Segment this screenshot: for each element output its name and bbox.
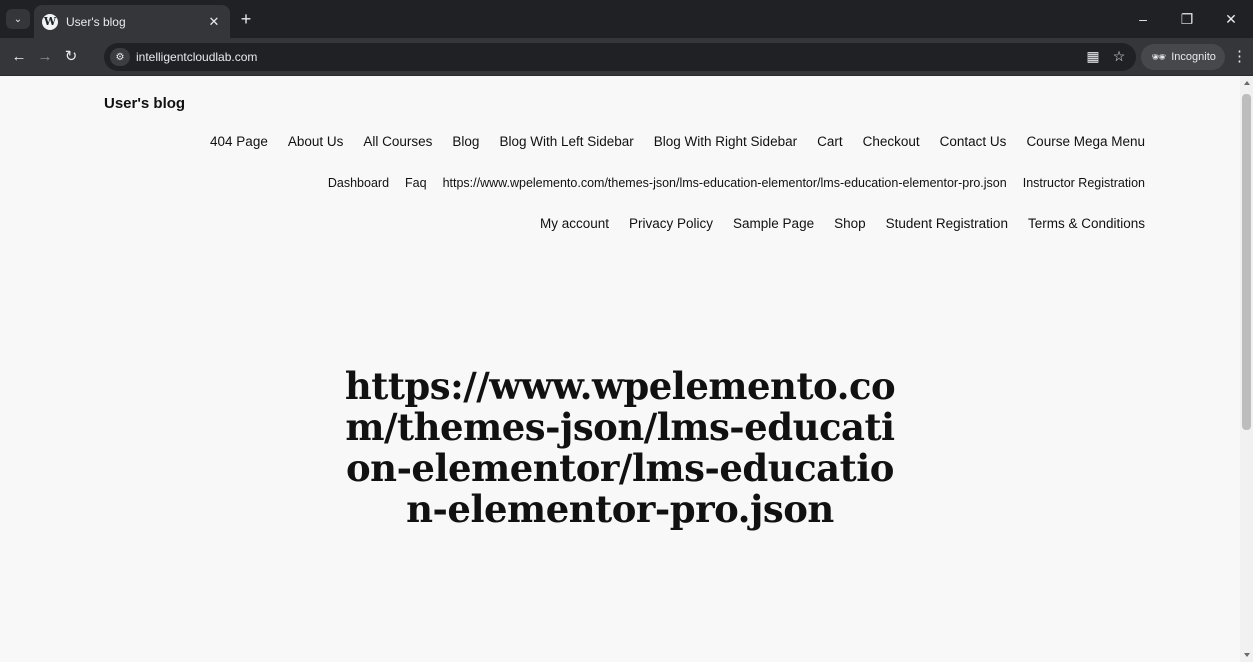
- nav-link[interactable]: Cart: [817, 134, 843, 149]
- close-icon: ✕: [1225, 10, 1237, 27]
- reload-button[interactable]: ↻: [60, 47, 82, 67]
- reload-icon: ↻: [64, 48, 78, 65]
- kebab-menu-icon: ⋮: [1232, 48, 1247, 65]
- wordpress-favicon-icon: W: [42, 13, 58, 30]
- star-icon[interactable]: ☆: [1110, 48, 1128, 65]
- incognito-icon: 🕶: [1151, 50, 1167, 64]
- address-bar[interactable]: ⚙ intelligentcloudlab.com ▦ ☆: [104, 43, 1136, 71]
- plus-icon: +: [240, 9, 252, 29]
- page-viewport: User's blog 404 Page About Us All Course…: [0, 76, 1253, 662]
- nav-link[interactable]: Student Registration: [886, 216, 1008, 231]
- active-tab[interactable]: W User's blog ✕: [34, 5, 230, 38]
- url-text: intelligentcloudlab.com: [136, 50, 258, 64]
- nav-row-3: My account Privacy Policy Sample Page Sh…: [540, 216, 1145, 231]
- incognito-badge[interactable]: 🕶 Incognito: [1141, 44, 1225, 70]
- scroll-thumb[interactable]: [1242, 94, 1251, 430]
- forward-button[interactable]: →: [34, 47, 56, 67]
- nav-row-1: 404 Page About Us All Courses Blog Blog …: [210, 134, 1145, 149]
- window-controls: – ❐ ✕: [1121, 0, 1253, 38]
- minimize-button[interactable]: –: [1121, 0, 1165, 38]
- nav-link[interactable]: Privacy Policy: [629, 216, 713, 231]
- nav-link[interactable]: https://www.wpelemento.com/themes-json/l…: [443, 176, 1007, 190]
- nav-link[interactable]: Blog: [452, 134, 479, 149]
- chevron-down-icon: ⌄: [13, 13, 23, 25]
- restore-icon: ❐: [1180, 10, 1194, 27]
- restore-button[interactable]: ❐: [1165, 0, 1209, 38]
- nav-link[interactable]: Terms & Conditions: [1028, 216, 1145, 231]
- nav-link[interactable]: All Courses: [363, 134, 432, 149]
- nav-link[interactable]: Sample Page: [733, 216, 814, 231]
- browser-toolbar: ← → ↻ ⚙ intelligentcloudlab.com ▦ ☆ 🕶 In…: [0, 38, 1253, 76]
- nav-link[interactable]: Dashboard: [328, 176, 389, 190]
- nav-link[interactable]: Contact Us: [940, 134, 1007, 149]
- qr-code-icon[interactable]: ▦: [1084, 48, 1102, 65]
- nav-link[interactable]: Instructor Registration: [1023, 176, 1145, 190]
- nav-link[interactable]: My account: [540, 216, 609, 231]
- nav-link[interactable]: About Us: [288, 134, 344, 149]
- page-scrollbar[interactable]: [1240, 76, 1253, 662]
- new-tab-button[interactable]: +: [236, 9, 256, 29]
- tab-strip: ⌄ W User's blog ✕ + – ❐ ✕: [0, 0, 1253, 38]
- nav-row-2: Dashboard Faq https://www.wpelemento.com…: [328, 176, 1145, 190]
- arrow-left-icon: ←: [11, 48, 27, 65]
- nav-link[interactable]: Blog With Right Sidebar: [654, 134, 797, 149]
- site-title[interactable]: User's blog: [104, 95, 185, 112]
- incognito-label: Incognito: [1171, 51, 1216, 63]
- arrow-right-icon: →: [37, 48, 53, 65]
- nav-link[interactable]: 404 Page: [210, 134, 268, 149]
- nav-link[interactable]: Blog With Left Sidebar: [499, 134, 633, 149]
- nav-link[interactable]: Faq: [405, 176, 427, 190]
- site-info-button[interactable]: ⚙: [110, 48, 130, 66]
- tab-title: User's blog: [66, 14, 126, 29]
- browser-menu-button[interactable]: ⋮: [1232, 47, 1247, 65]
- nav-link[interactable]: Shop: [834, 216, 866, 231]
- minimize-icon: –: [1139, 11, 1147, 27]
- scroll-down-arrow-icon[interactable]: [1244, 653, 1250, 657]
- tab-search-button[interactable]: ⌄: [6, 9, 30, 29]
- nav-link[interactable]: Course Mega Menu: [1026, 134, 1145, 149]
- window-close-button[interactable]: ✕: [1209, 0, 1253, 38]
- nav-link[interactable]: Checkout: [863, 134, 920, 149]
- post-title: https://www.wpelemento.com/themes-json/l…: [344, 364, 896, 531]
- close-icon[interactable]: ✕: [206, 14, 222, 30]
- scroll-up-arrow-icon[interactable]: [1244, 81, 1250, 85]
- back-button[interactable]: ←: [8, 47, 30, 67]
- tune-icon: ⚙: [115, 51, 125, 63]
